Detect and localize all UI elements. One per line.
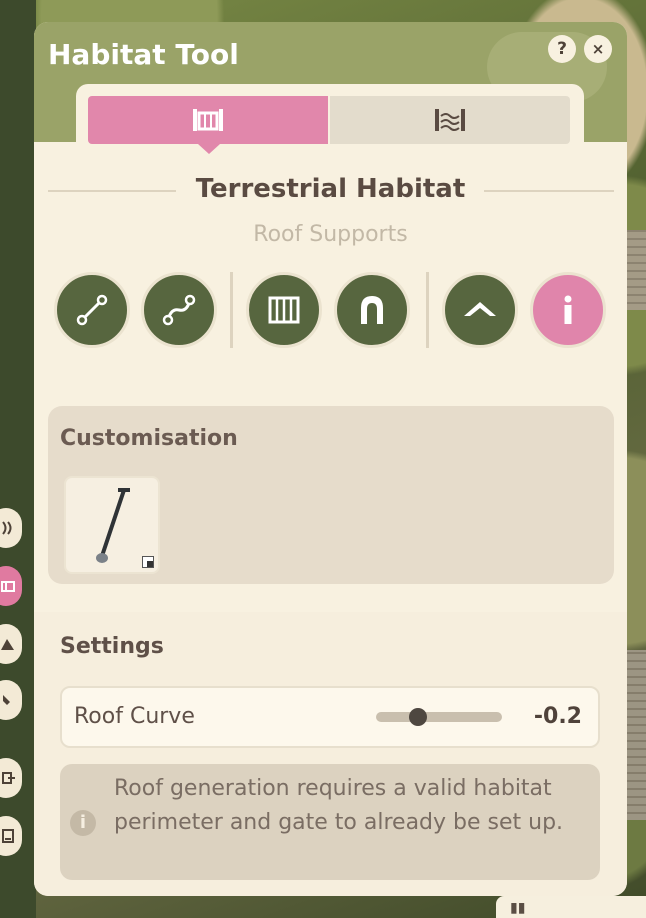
tab-habitat-walls[interactable] [88,96,328,144]
wave-fence-icon [435,109,465,131]
tab-habitat-terrain[interactable] [330,96,570,144]
terrain-icon[interactable] [0,508,22,548]
left-tool-rail [0,0,36,918]
customisation-title: Customisation [60,426,238,451]
fence-icon [193,109,223,131]
bottom-tool-tab[interactable]: ▮▮ [496,896,646,918]
close-button[interactable]: × [584,35,612,63]
straight-line-icon [76,294,108,326]
roof-curve-value: -0.2 [533,704,582,729]
tab-pointer [198,144,220,154]
paint-icon[interactable] [0,680,22,720]
roof-support-item[interactable] [64,476,160,574]
curve-line-tool-button[interactable] [141,272,217,348]
barrier-panel-icon [268,296,300,324]
variant-corner-icon [142,556,154,568]
info-note-text: Roof generation requires a valid habitat… [114,776,564,835]
straight-line-tool-button[interactable] [54,272,130,348]
slider-knob[interactable] [408,708,427,726]
habitat-tool-panel: Habitat Tool ? × Terrestrial Habitat Roo… [34,22,627,896]
tool-separator [426,272,429,348]
tool-separator [230,272,233,348]
help-button[interactable]: ? [548,35,576,63]
info-tool-button[interactable] [530,272,606,348]
roof-tool-button[interactable] [442,272,518,348]
section-subtitle: Roof Supports [253,222,408,247]
building-roof [626,650,646,820]
habitat-icon[interactable] [0,566,22,606]
info-note: i Roof generation requires a valid habit… [60,764,600,880]
export-icon[interactable] [0,758,22,798]
settings-title: Settings [60,634,164,659]
panel-title: Habitat Tool [48,38,239,71]
section-title: Terrestrial Habitat [195,174,466,204]
gate-arch-icon [361,296,383,324]
document-icon[interactable] [0,816,22,856]
bottom-tool-tab-mark: ▮▮ [510,900,526,916]
roof-curve-label: Roof Curve [74,704,195,729]
curve-line-icon [162,294,196,326]
info-icon [564,295,572,324]
roof-icon [464,302,496,316]
mode-tabs [76,84,584,154]
roof-curve-row: Roof Curve -0.2 [60,686,600,748]
customisation-card: Customisation [48,406,614,584]
tool-buttons [54,272,614,354]
info-icon: i [70,810,96,836]
roof-curve-slider[interactable] [376,708,502,726]
mountain-icon[interactable] [0,624,22,664]
gate-tool-button[interactable] [334,272,410,348]
barrier-tool-button[interactable] [246,272,322,348]
